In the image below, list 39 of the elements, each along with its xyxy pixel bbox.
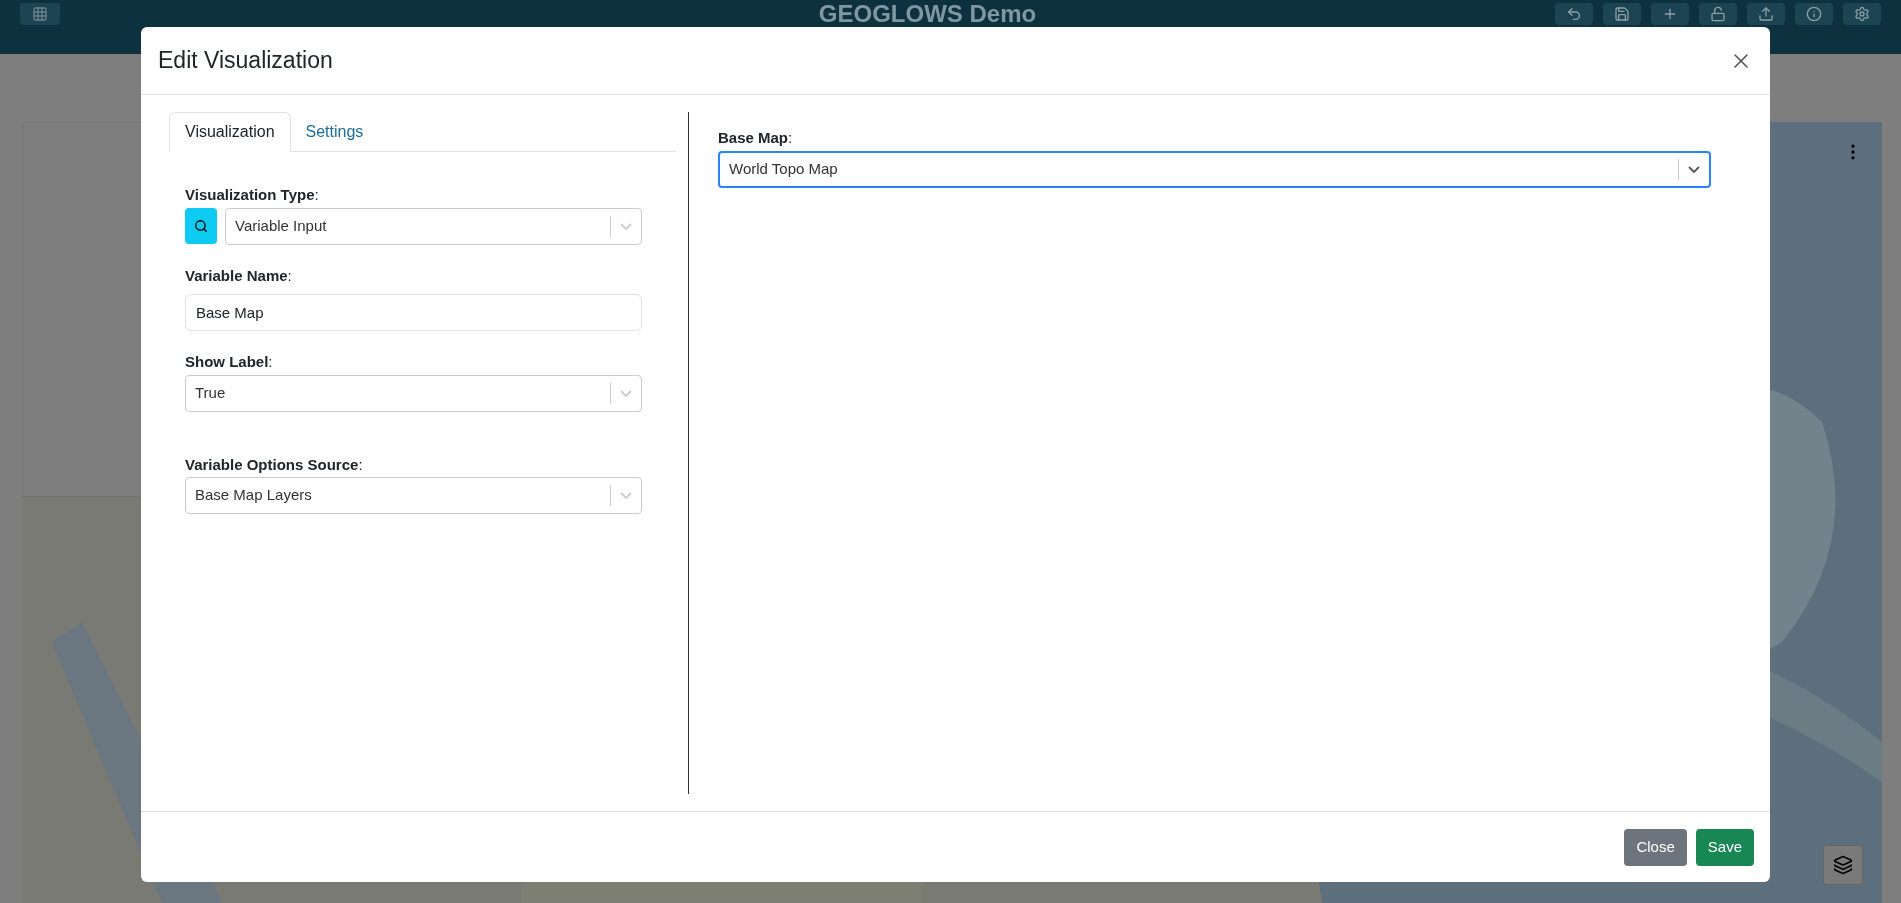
chevron-down-icon	[620, 492, 632, 499]
field-label: Visualization Type:	[185, 185, 320, 205]
chevron-down-icon	[620, 389, 632, 397]
floppy-disk-button[interactable]	[1603, 3, 1641, 25]
tab[interactable]: Settings	[290, 112, 379, 152]
apps-grid-button[interactable]	[20, 3, 60, 25]
save-button[interactable]: Save	[1695, 828, 1754, 866]
undo-icon	[1566, 6, 1582, 22]
settings-button[interactable]	[1843, 3, 1881, 25]
settings-icon	[1854, 6, 1870, 22]
field-label: Base Map:	[718, 128, 794, 148]
visualization-type-select[interactable]: Variable Input	[225, 207, 642, 245]
app-title: GEOGLOWS Demo	[818, 2, 1037, 26]
search-icon	[194, 218, 208, 233]
info-icon	[1806, 6, 1822, 22]
field-label: Variable Options Source:	[185, 454, 364, 475]
grid-icon	[32, 6, 48, 22]
search-button[interactable]	[185, 207, 217, 244]
select-field[interactable]: True	[185, 374, 642, 412]
plus-button[interactable]	[1651, 3, 1689, 25]
chevron-down-icon	[620, 222, 632, 230]
select-field[interactable]: Base Map Layers	[185, 477, 642, 514]
upload-icon	[1758, 6, 1774, 22]
layers-button[interactable]	[1823, 845, 1863, 885]
open-padlock-button[interactable]	[1699, 3, 1737, 25]
tab[interactable]: Visualization	[169, 112, 291, 152]
undo-button[interactable]	[1555, 3, 1593, 25]
chevron-down-icon	[1688, 165, 1700, 173]
plus-icon	[1662, 6, 1678, 22]
base-map-select[interactable]: World Topo Map	[718, 150, 1711, 188]
open-padlock-icon	[1710, 6, 1726, 22]
upload-button[interactable]	[1747, 3, 1785, 25]
field-label: Variable Name:	[185, 265, 293, 286]
layers-icon	[1833, 855, 1853, 875]
input-field[interactable]: Base Map	[185, 294, 642, 331]
cancel-button[interactable]: Close	[1624, 828, 1687, 866]
field-label: Show Label:	[185, 352, 274, 372]
dialog-title: Edit Visualization	[158, 46, 333, 76]
info-button[interactable]	[1795, 3, 1833, 25]
